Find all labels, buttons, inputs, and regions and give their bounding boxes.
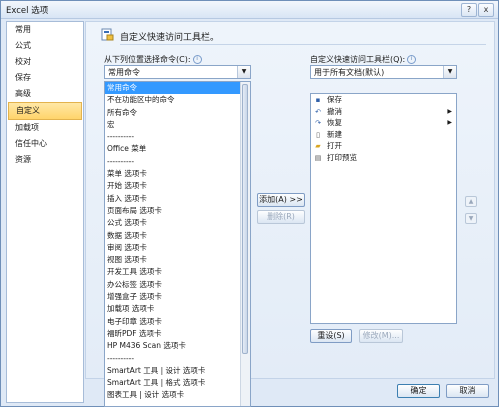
command-list-item[interactable]: 常用命令	[105, 82, 250, 95]
open-folder-icon: ▰	[315, 142, 321, 150]
commands-rows: 常用命令 不在功能区中的命令 所有命令宏 ---------- Office 菜单 ---…	[105, 82, 250, 402]
qat-item-label: 新建	[327, 129, 342, 139]
undo-icon: ↶	[315, 107, 321, 116]
page-heading: 自定义快速访问工具栏。	[120, 33, 220, 43]
reset-button[interactable]: 重设(S)	[310, 329, 352, 343]
qat-scope-value: 用于所有文档(默认)	[314, 68, 385, 77]
modify-button[interactable]: 修改(M)...	[359, 329, 403, 343]
heading-divider	[120, 44, 486, 45]
close-button[interactable]: x	[478, 3, 494, 17]
qat-list-item[interactable]: ▰ 打开	[311, 140, 456, 152]
command-list-item[interactable]: ----------	[105, 353, 250, 365]
nav-item-save[interactable]: 保存	[7, 70, 83, 86]
choose-commands-label-text: 从下列位置选择命令(C):	[104, 55, 191, 64]
command-list-item[interactable]: 菜单 选项卡	[105, 168, 250, 180]
qat-list-item[interactable]: ↷ 恢复 ▶	[311, 117, 456, 129]
command-list-item[interactable]: 增强盒子 选项卡	[105, 291, 250, 303]
command-list-item[interactable]: 宏	[105, 119, 250, 131]
command-list-item[interactable]: Office 菜单	[105, 143, 250, 155]
command-list-item[interactable]: 公式 选项卡	[105, 217, 250, 229]
command-list-item[interactable]: ----------	[105, 156, 250, 168]
qat-list-item[interactable]: ▪ 保存	[311, 94, 456, 106]
commands-scrollbar[interactable]	[240, 82, 250, 406]
submenu-arrow-icon[interactable]: ▶	[447, 117, 452, 129]
qat-commands-list[interactable]: ▪ 保存 ↶ 撤消 ▶ ↷ 恢复 ▶ ▯ 新建 ▰ 打开 ▤ 打印预览	[310, 93, 457, 324]
command-list-item[interactable]: SmartArt 工具 | 格式 选项卡	[105, 377, 250, 389]
nav-item-general[interactable]: 常用	[7, 22, 83, 38]
qat-list-item[interactable]: ↶ 撤消 ▶	[311, 106, 456, 118]
cancel-button[interactable]: 取消	[446, 384, 489, 398]
info-icon: i	[192, 55, 202, 64]
print-preview-icon: ▤	[314, 153, 322, 162]
command-list-item[interactable]: 页面布局 选项卡	[105, 205, 250, 217]
command-list-item[interactable]: 开发工具 选项卡	[105, 266, 250, 278]
command-list-item[interactable]: 电子印章 选项卡	[105, 316, 250, 328]
move-up-button[interactable]: ▲	[465, 196, 477, 207]
chevron-down-icon[interactable]: ▼	[443, 66, 456, 78]
qat-scope-dropdown[interactable]: 用于所有文档(默认) ▼	[310, 65, 457, 79]
quick-access-toolbar-icon	[101, 28, 114, 41]
command-list-item[interactable]: 审阅 选项卡	[105, 242, 250, 254]
command-list-item[interactable]: 开始 选项卡	[105, 180, 250, 192]
redo-icon: ↷	[315, 119, 321, 127]
scrollbar-thumb[interactable]	[242, 84, 248, 354]
command-list-item[interactable]: 不在功能区中的命令	[105, 94, 250, 106]
qat-list-item[interactable]: ▤ 打印预览	[311, 152, 456, 164]
remove-button[interactable]: 删除(R)	[257, 210, 305, 224]
nav-item-trust-center[interactable]: 信任中心	[7, 136, 83, 152]
nav-item-addins[interactable]: 加载项	[7, 120, 83, 136]
window-title: Excel 选项	[6, 6, 49, 16]
command-list-item[interactable]: ----------	[105, 131, 250, 143]
nav-item-advanced[interactable]: 高级	[7, 86, 83, 102]
command-list-item[interactable]: 视图 选项卡	[105, 254, 250, 266]
command-list-item[interactable]: HP M436 Scan 选项卡	[105, 340, 250, 352]
customize-qat-label-text: 自定义快速访问工具栏(Q):	[310, 55, 406, 64]
nav-item-formulas[interactable]: 公式	[7, 38, 83, 54]
nav-item-resources[interactable]: 资源	[7, 152, 83, 168]
command-list-item[interactable]: SmartArt 工具 | 设计 选项卡	[105, 365, 250, 377]
qat-item-label: 打开	[327, 141, 342, 150]
qat-item-label: 撤消	[327, 106, 342, 116]
command-list-item[interactable]: 福昕PDF 选项卡	[105, 328, 250, 340]
choose-commands-label: 从下列位置选择命令(C): i	[104, 54, 202, 65]
nav-item-proofing[interactable]: 校对	[7, 54, 83, 70]
command-list-item[interactable]: 加载项 选项卡	[105, 303, 250, 315]
customize-qat-label: 自定义快速访问工具栏(Q): i	[310, 54, 417, 65]
options-nav: 常用 公式 校对 保存 高级 自定义 加载项 信任中心 资源	[6, 21, 84, 403]
new-document-icon: ▯	[316, 130, 320, 139]
nav-item-customize[interactable]: 自定义	[8, 102, 82, 120]
command-list-item[interactable]: 所有命令	[105, 107, 250, 119]
add-button[interactable]: 添加(A) >>	[257, 193, 305, 207]
qat-item-label: 保存	[327, 95, 342, 104]
command-list-item[interactable]: 图表工具 | 设计 选项卡	[105, 389, 250, 401]
submenu-arrow-icon[interactable]: ▶	[447, 106, 452, 118]
info-icon: i	[407, 55, 417, 64]
help-button[interactable]: ?	[461, 3, 477, 17]
choose-commands-value: 常用命令	[108, 68, 140, 77]
qat-item-label: 打印预览	[327, 152, 357, 162]
choose-commands-dropdown[interactable]: 常用命令 ▼	[104, 65, 251, 79]
title-bar: Excel 选项 ? x	[1, 1, 498, 19]
move-down-button[interactable]: ▼	[465, 213, 477, 224]
qat-list-item[interactable]: ▯ 新建	[311, 129, 456, 141]
save-icon: ▪	[315, 96, 321, 104]
commands-list[interactable]: 常用命令 不在功能区中的命令 所有命令宏 ---------- Office 菜单 ---…	[104, 81, 251, 407]
command-list-item[interactable]: 插入 选项卡	[105, 193, 250, 205]
chevron-down-icon[interactable]: ▼	[237, 66, 250, 78]
qat-item-label: 恢复	[327, 118, 342, 127]
command-list-item[interactable]: 数据 选项卡	[105, 230, 250, 242]
ok-button[interactable]: 确定	[397, 384, 440, 398]
command-list-item[interactable]: 办公标签 选项卡	[105, 279, 250, 291]
